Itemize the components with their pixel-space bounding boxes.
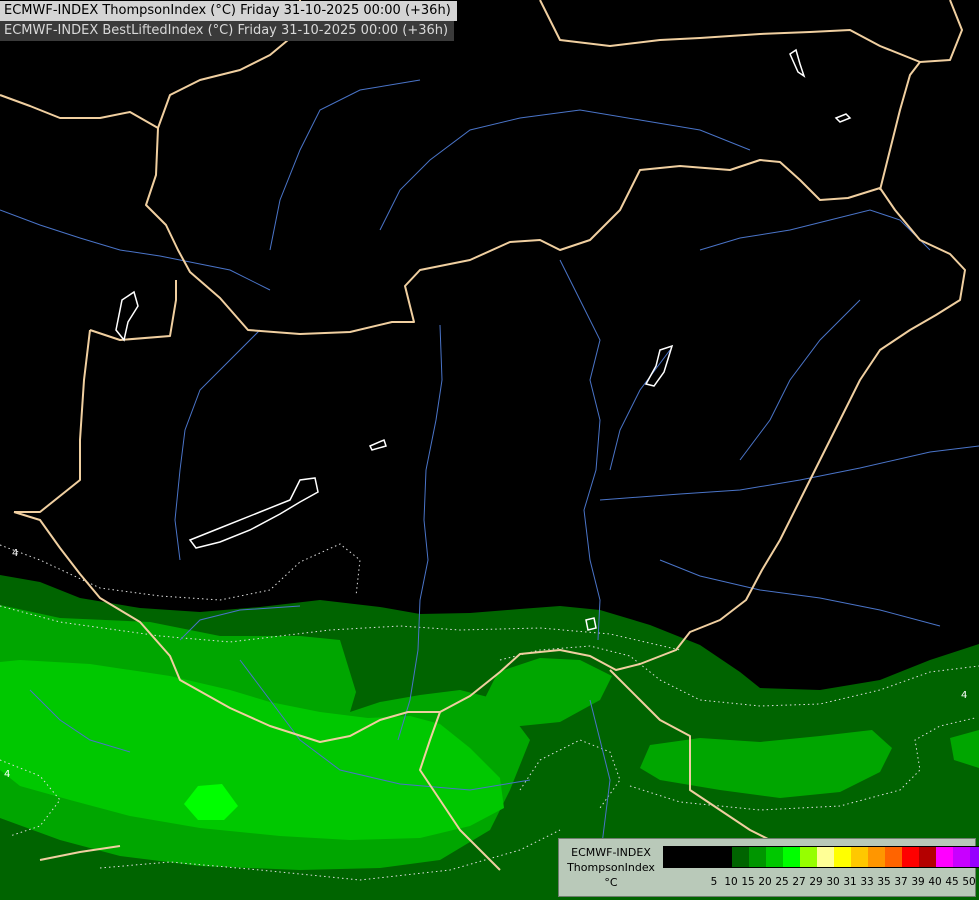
legend-swatch — [953, 847, 970, 867]
contour-label: 4 — [4, 769, 10, 780]
legend-swatch — [766, 847, 783, 867]
legend-swatch — [681, 847, 698, 867]
legend-tick-label: 37 — [894, 876, 908, 888]
legend-swatch — [664, 847, 681, 867]
legend-swatch — [868, 847, 885, 867]
legend-tick-label: 10 — [724, 876, 738, 888]
contour-label: 4 — [12, 548, 18, 559]
legend-tick-label: 5 — [710, 876, 718, 888]
contour-label: 4 — [961, 690, 967, 701]
legend-swatch — [698, 847, 715, 867]
legend-swatch — [902, 847, 919, 867]
legend-swatches — [663, 846, 979, 868]
legend-tick-label: 33 — [860, 876, 874, 888]
legend-tick-label: 40 — [928, 876, 942, 888]
legend-swatch — [783, 847, 800, 867]
legend-parameter-name: ThompsonIndex — [567, 861, 655, 874]
legend-label: ECMWF-INDEX ThompsonIndex °C — [563, 845, 659, 890]
legend-swatch — [970, 847, 979, 867]
legend-swatch — [749, 847, 766, 867]
legend-unit: °C — [604, 876, 618, 889]
legend-swatch — [936, 847, 953, 867]
legend-swatch — [800, 847, 817, 867]
weather-map: 4 4 4 — [0, 0, 979, 900]
map-title-primary: ECMWF-INDEX ThompsonIndex (°C) Friday 31… — [0, 1, 457, 21]
legend-swatch — [817, 847, 834, 867]
legend-swatch — [732, 847, 749, 867]
legend-tick-label: 31 — [843, 876, 857, 888]
color-legend: ECMWF-INDEX ThompsonIndex °C 5 10 15 20 25 27… — [558, 838, 979, 897]
legend-tick-label: 29 — [809, 876, 823, 888]
legend-model-name: ECMWF-INDEX — [571, 846, 651, 859]
legend-tick-label: 39 — [911, 876, 925, 888]
legend-swatch — [851, 847, 868, 867]
map-title-secondary: ECMWF-INDEX BestLiftedIndex (°C) Friday … — [0, 21, 455, 41]
legend-tick-label: 35 — [877, 876, 891, 888]
legend-tick-label: 27 — [792, 876, 806, 888]
legend-swatch — [885, 847, 902, 867]
legend-tick-label: 15 — [741, 876, 755, 888]
legend-swatch — [834, 847, 851, 867]
legend-swatch — [715, 847, 732, 867]
legend-tick-label: 25 — [775, 876, 789, 888]
legend-tick-label: 45 — [945, 876, 959, 888]
legend-tick-label: 20 — [758, 876, 772, 888]
legend-swatch — [919, 847, 936, 867]
legend-tick-label: 50 — [962, 876, 976, 888]
legend-tick-label: 30 — [826, 876, 840, 888]
